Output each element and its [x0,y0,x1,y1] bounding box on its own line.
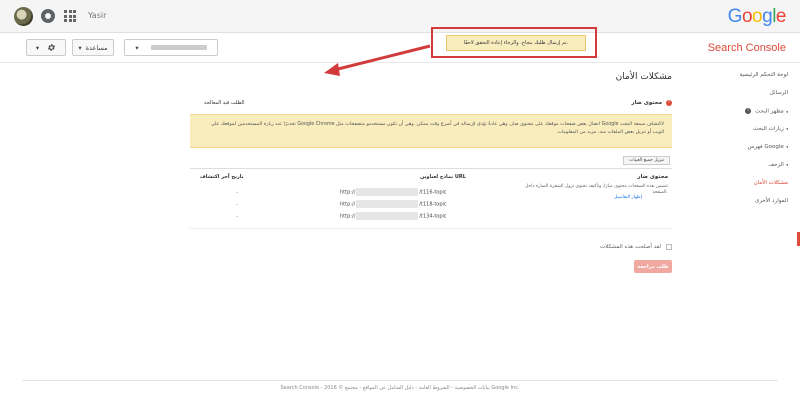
divider [190,168,672,169]
sidebar-item-label: مشكلات الأمان [753,180,788,186]
sidebar-item[interactable]: زيارات البحث ◂ [753,126,788,132]
sidebar-item-label: فهرس Google [747,144,784,150]
caret-left-icon: ◂ [785,109,788,115]
fixed-checkbox-label: لقد أصلحت هذه المشكلات [599,244,661,250]
fixed-checkbox-row[interactable]: لقد أصلحت هذه المشكلات [600,244,672,250]
gear-icon [48,44,56,51]
sidebar-item[interactable]: مشكلات الأمان [754,180,788,186]
fixed-checkbox[interactable] [666,244,672,250]
col-last-detected: تاريخ آخر اكتشاف [200,174,244,180]
username[interactable]: Yasir [88,11,106,20]
help-label: مساعدة [85,43,108,52]
divider [190,228,672,229]
sidebar-item-label: زيارات البحث [752,126,784,132]
site-selector[interactable]: ▾ [124,39,218,56]
issue-name: محتوى ضار [631,100,662,106]
google-logo[interactable]: Google [727,6,787,28]
caret-left-icon: ◂ [785,127,788,132]
avatar[interactable] [14,7,33,26]
sidebar-item[interactable]: الموارد الأخرى [755,198,788,204]
warning-banner: لاكتشاف سمعة البحث Google اتصال بعض صفحا… [190,114,672,148]
sidebar-item-label: الرسائل [769,90,788,96]
request-status: الطلب قيد المعالجة [204,100,245,106]
logo-letter: G [727,6,743,27]
page-title: مشكلات الأمان [615,72,672,82]
annotation-arrow-icon [324,44,431,76]
url-prefix: http:// [340,189,356,196]
col-sample-urls: نماذج لعناوين URL [420,174,466,180]
logo-letter: o [752,6,763,27]
sidebar-item-label: الموارد الأخرى [754,198,788,204]
request-review-button[interactable]: طلب مراجعة [634,260,672,273]
caret-left-icon: ◂ [785,145,788,150]
caret-left-icon: ◂ [785,163,788,168]
logo-letter: o [741,6,753,27]
url-redacted [356,212,419,220]
top-bar: Yasir Google [0,0,800,33]
last-detected-value: - [236,202,238,208]
sidebar-item[interactable]: فهرس Google ◂ [748,144,788,150]
url-prefix: http:// [340,213,356,220]
last-detected-value: - [236,190,238,196]
url-row[interactable]: http:// /t134-topic [340,212,447,220]
warning-icon: ! [666,100,672,106]
sidebar-item-label: الزحف [768,162,784,168]
success-notice: تم إرسال طلبك بنجاح. والرجاء إعادة التحق… [446,35,586,51]
issue-description: تتضمن هذه الصفحات محتوى ضارًا، وتأكيف تح… [525,184,668,195]
logo-letter: e [775,6,787,27]
product-title[interactable]: Search Console [708,42,786,54]
show-details-link[interactable]: إظهار التفاصيل [614,195,642,200]
download-samples-button[interactable]: تنزيل جميع العينات [623,156,670,165]
sidebar-item[interactable]: i مظهر البحث ◂ [745,108,788,115]
sidebar-item-label: لوحة التحكم الرئيسية [739,72,788,78]
settings-button[interactable]: ▾ [26,39,66,56]
url-redacted [356,200,419,208]
caret-down-icon: ▾ [78,43,82,52]
url-suffix: /t116-topic [419,189,447,196]
site-url-redacted [150,45,207,50]
sidebar-item[interactable]: الزحف ◂ [768,162,788,168]
footer: Search Console - بيانات الخصوصية - الشرو… [280,385,520,391]
last-detected-value: - [236,214,238,220]
url-prefix: http:// [340,201,356,208]
issue-type: محتوى ضار [637,174,668,180]
url-row[interactable]: http:// /t118-topic [340,200,447,208]
url-suffix: /t118-topic [419,201,447,208]
notifications-icon[interactable] [41,9,55,23]
url-row[interactable]: http:// /t116-topic [340,188,447,196]
sidebar-item-label: مظهر البحث [755,108,784,115]
url-suffix: /t134-topic [419,213,447,220]
sidebar-nav: لوحة التحكم الرئيسية الرسائل i مظهر البحث ◂ ز… [694,64,800,304]
help-button[interactable]: ▾ مساعدة [72,39,114,56]
info-icon: i [745,108,752,114]
caret-down-icon: ▾ [35,43,40,52]
sidebar-item[interactable]: الرسائل [770,90,788,96]
caret-down-icon: ▾ [135,43,139,52]
url-redacted [356,188,419,196]
footer-divider [22,380,778,381]
issue-header: ! محتوى ضار الطلب قيد المعالجة [190,96,672,110]
logo-letter: g [762,6,773,27]
sidebar-item[interactable]: لوحة التحكم الرئيسية [740,72,788,78]
apps-grid-icon[interactable] [64,10,76,22]
